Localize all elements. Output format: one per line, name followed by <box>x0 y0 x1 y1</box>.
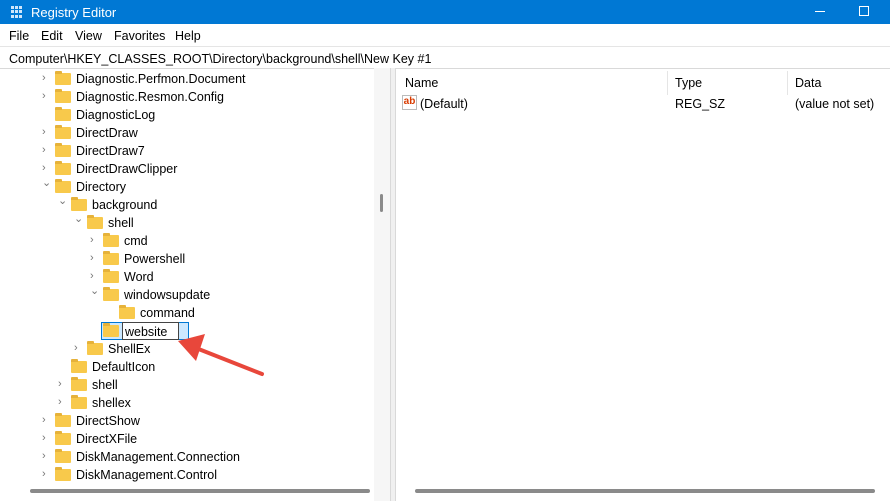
annotation-arrow <box>178 334 264 376</box>
